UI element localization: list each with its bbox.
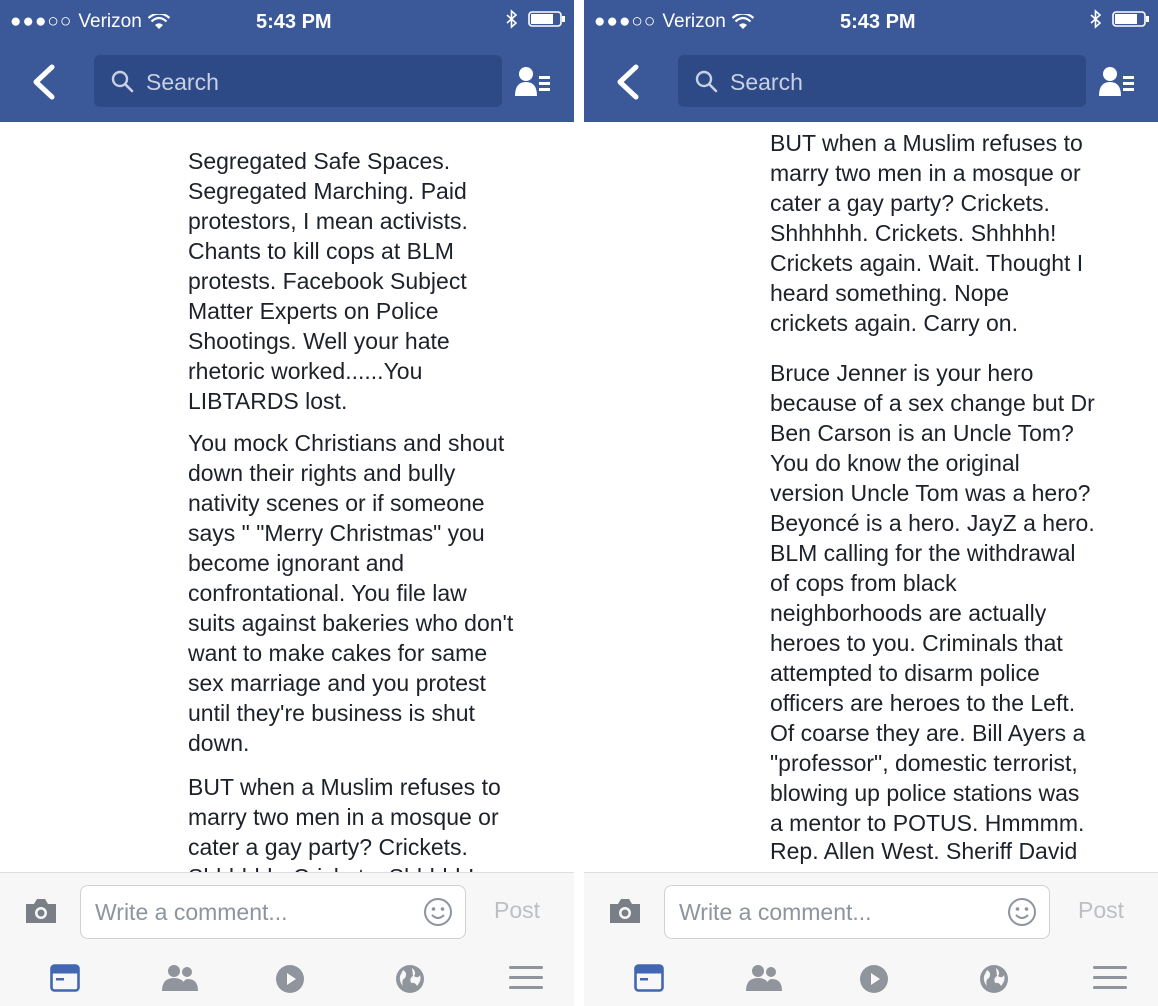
- phone-screen-right: ●●●○○ Verizon 5:43 PM Search BUT when a …: [584, 0, 1158, 1006]
- battery-icon: [1112, 11, 1149, 27]
- bluetooth-icon: [1090, 9, 1102, 29]
- comment-input[interactable]: Write a comment...: [80, 885, 466, 939]
- menu-icon[interactable]: [508, 964, 544, 992]
- post-paragraph: BUT when a Muslim refuses to marry two m…: [188, 774, 501, 872]
- globe-icon[interactable]: [979, 964, 1009, 994]
- menu-icon[interactable]: [1092, 964, 1128, 992]
- post-button[interactable]: Post: [1078, 897, 1124, 924]
- status-bar: ●●●○○ Verizon 5:43 PM: [0, 0, 574, 44]
- carrier-group: ●●●○○ Verizon: [10, 11, 170, 33]
- comment-placeholder: Write a comment...: [95, 899, 288, 925]
- app-frame: ●●●○○ Verizon 5:43 PM Search Segregated …: [0, 0, 1158, 1006]
- bluetooth-icon: [506, 9, 518, 29]
- back-chevron-icon[interactable]: [28, 64, 62, 100]
- battery-icon: [528, 11, 565, 27]
- status-right: [1090, 9, 1150, 29]
- search-icon: [111, 70, 134, 93]
- search-icon: [695, 70, 718, 93]
- friend-requests-icon[interactable]: [1099, 66, 1135, 98]
- comment-composer: Write a comment... Post: [0, 872, 574, 952]
- post-paragraph: Bruce Jenner is your hero because of a s…: [770, 360, 1095, 836]
- carrier-label: Verizon: [662, 11, 726, 32]
- news-feed-icon[interactable]: [634, 964, 664, 992]
- news-feed-icon[interactable]: [50, 964, 80, 992]
- friends-icon[interactable]: [744, 964, 784, 992]
- friend-requests-icon[interactable]: [515, 66, 551, 98]
- clock: 5:43 PM: [840, 11, 916, 33]
- tab-bar: [584, 950, 1158, 1006]
- video-icon[interactable]: [275, 964, 305, 994]
- post-paragraph: Segregated Safe Spaces. Segregated March…: [188, 148, 468, 414]
- phone-screen-left: ●●●○○ Verizon 5:43 PM Search Segregated …: [0, 0, 574, 1006]
- globe-icon[interactable]: [395, 964, 425, 994]
- wifi-icon: [147, 14, 170, 29]
- carrier-group: ●●●○○ Verizon: [594, 11, 754, 33]
- nav-bar: Search: [0, 44, 574, 122]
- post-button[interactable]: Post: [494, 897, 540, 924]
- emoji-icon[interactable]: [423, 897, 453, 927]
- comment-placeholder: Write a comment...: [679, 899, 872, 925]
- comment-composer: Write a comment... Post: [584, 872, 1158, 952]
- status-bar: ●●●○○ Verizon 5:43 PM: [584, 0, 1158, 44]
- post-paragraph: Rep. Allen West. Sheriff David: [770, 838, 1078, 864]
- nav-bar: Search: [584, 44, 1158, 122]
- post-content: Segregated Safe Spaces. Segregated March…: [0, 122, 574, 872]
- emoji-icon[interactable]: [1007, 897, 1037, 927]
- post-paragraph: You mock Christians and shout down their…: [188, 430, 514, 756]
- tab-bar: [0, 950, 574, 1006]
- post-content: BUT when a Muslim refuses to marry two m…: [584, 122, 1158, 872]
- signal-dots-icon: ●●●○○: [594, 11, 657, 32]
- carrier-label: Verizon: [78, 11, 142, 32]
- search-placeholder: Search: [730, 69, 803, 95]
- wifi-icon: [731, 14, 754, 29]
- signal-dots-icon: ●●●○○: [10, 11, 73, 32]
- clock: 5:43 PM: [256, 11, 332, 33]
- friends-icon[interactable]: [160, 964, 200, 992]
- search-bar[interactable]: Search: [94, 55, 502, 107]
- back-chevron-icon[interactable]: [612, 64, 646, 100]
- video-icon[interactable]: [859, 964, 889, 994]
- status-right: [506, 9, 566, 29]
- camera-icon[interactable]: [608, 897, 642, 925]
- camera-icon[interactable]: [24, 897, 58, 925]
- screen-divider: [574, 0, 584, 1006]
- search-bar[interactable]: Search: [678, 55, 1086, 107]
- post-paragraph: BUT when a Muslim refuses to marry two m…: [770, 130, 1084, 336]
- search-placeholder: Search: [146, 69, 219, 95]
- comment-input[interactable]: Write a comment...: [664, 885, 1050, 939]
